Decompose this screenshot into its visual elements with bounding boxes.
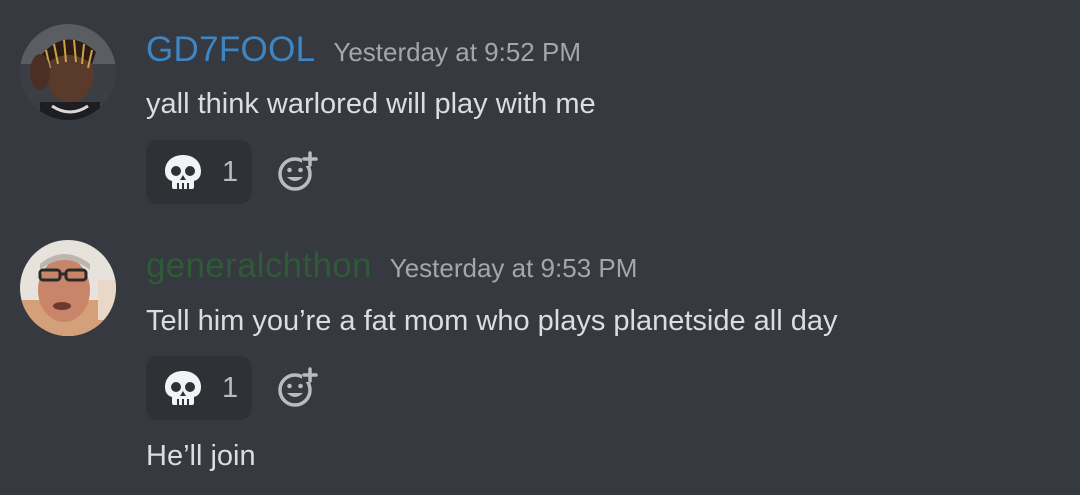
add-reaction-icon[interactable] [276, 366, 320, 410]
username[interactable]: generalchthon [146, 246, 372, 286]
chat-message-list: GD7FOOL Yesterday at 9:52 PM yall think … [0, 0, 1080, 495]
skull-icon [165, 155, 201, 189]
message-text: yall think warlored will play with me [146, 88, 596, 120]
avatar[interactable] [20, 24, 116, 120]
avatar[interactable] [20, 240, 116, 336]
timestamp: Yesterday at 9:52 PM [333, 37, 581, 67]
message-text: Tell him you’re a fat mom who plays plan… [146, 305, 838, 337]
skull-icon [165, 371, 201, 405]
reaction-skull[interactable]: 1 [146, 140, 252, 204]
message-header: generalchthon Yesterday at 9:53 PM [146, 246, 637, 286]
add-reaction-icon[interactable] [276, 150, 320, 194]
message-text: He’ll join [146, 440, 256, 472]
timestamp: Yesterday at 9:53 PM [389, 253, 638, 283]
reaction-skull[interactable]: 1 [146, 356, 252, 420]
username[interactable]: GD7FOOL [146, 30, 315, 70]
reaction-count: 1 [222, 155, 239, 188]
reaction-count: 1 [222, 371, 239, 404]
message-header: GD7FOOL Yesterday at 9:52 PM [146, 30, 581, 70]
